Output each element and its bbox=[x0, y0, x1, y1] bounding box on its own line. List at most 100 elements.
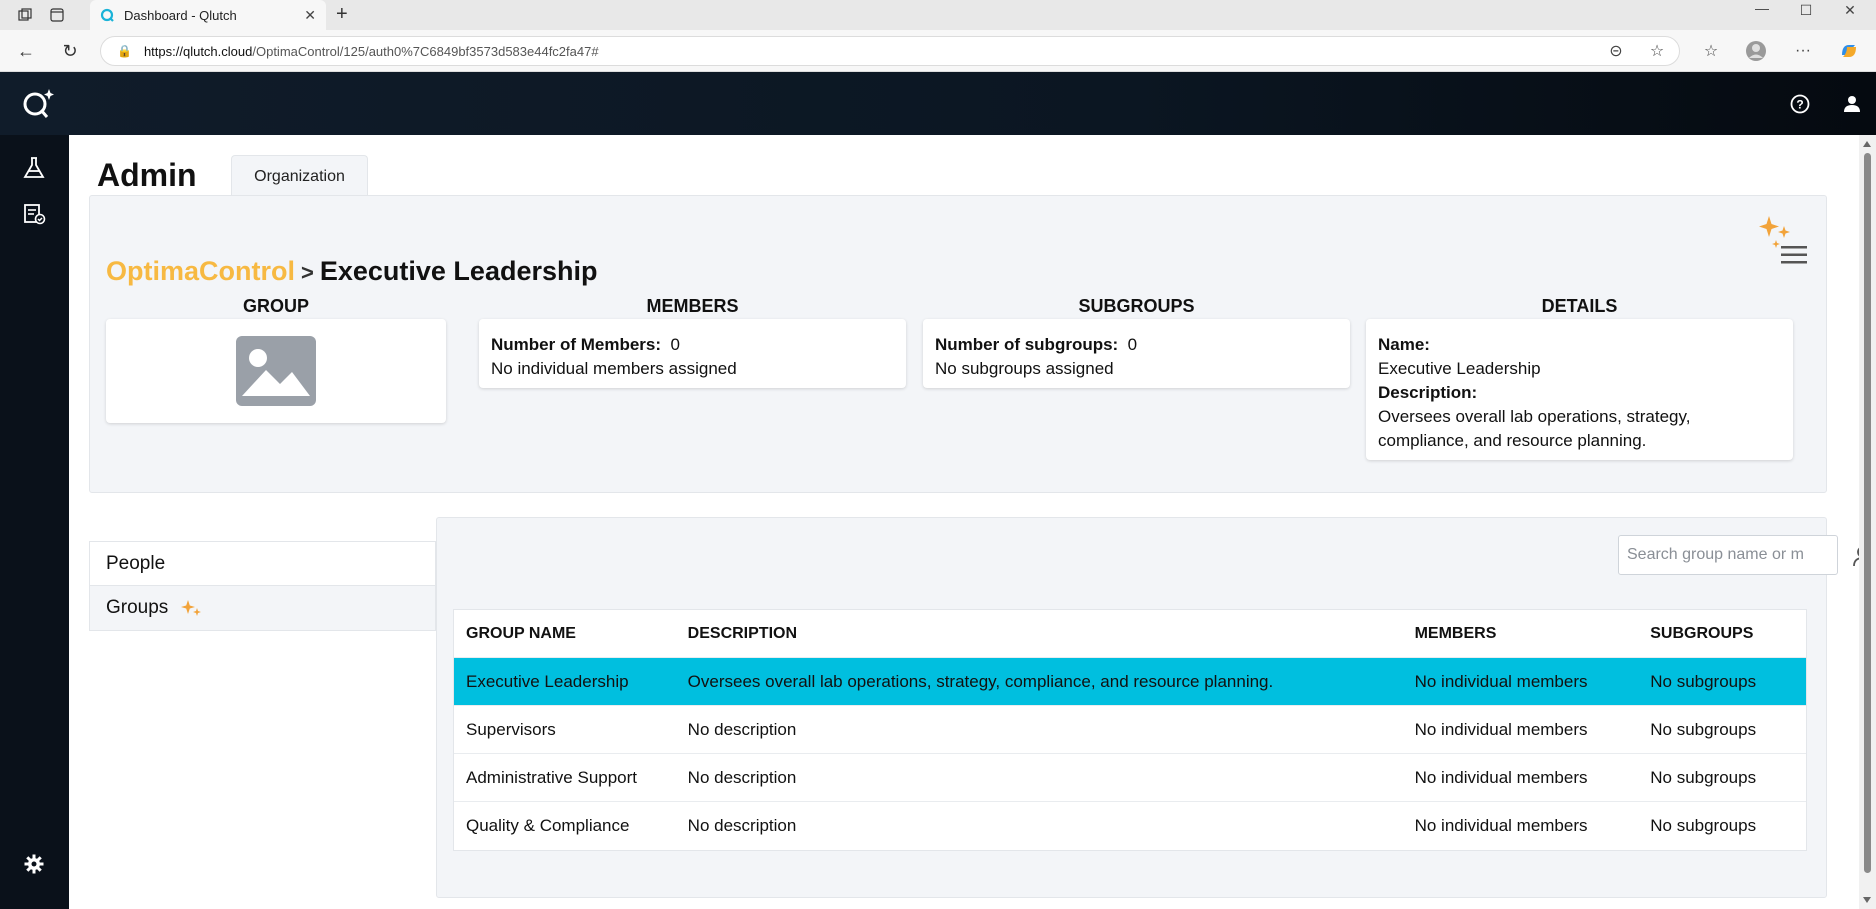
details-card: Name: Executive Leadership Description: … bbox=[1366, 319, 1793, 460]
favorites-list-icon[interactable]: ☆ bbox=[1698, 38, 1724, 64]
cell-members: No individual members bbox=[1414, 816, 1588, 835]
help-icon[interactable]: ? bbox=[1788, 92, 1812, 116]
members-heading: MEMBERS bbox=[646, 296, 739, 316]
profile-avatar-icon[interactable] bbox=[1743, 38, 1769, 64]
column-header-group-name[interactable]: GROUP NAME bbox=[454, 625, 688, 643]
url-host: https://qlutch.cloud bbox=[143, 43, 253, 59]
cell-subgroups: No subgroups bbox=[1650, 816, 1757, 835]
details-description-line2: compliance, and resource planning. bbox=[1378, 431, 1647, 450]
cell-description: No description bbox=[687, 816, 797, 835]
reader-options-icon[interactable]: ⊝ bbox=[1603, 38, 1629, 64]
group-summary-panel: OptimaControl > Executive Leadership GROUP… bbox=[89, 195, 1827, 493]
hamburger-menu-icon[interactable] bbox=[1780, 244, 1808, 266]
cell-group-name: Administrative Support bbox=[466, 767, 638, 787]
url-path: /OptimaControl/125/auth0%7C6849bf3573d58… bbox=[252, 43, 599, 59]
scroll-up-arrow-icon[interactable] bbox=[1863, 141, 1871, 147]
members-count: 0 bbox=[670, 335, 680, 354]
details-heading: DETAILS bbox=[1541, 296, 1618, 316]
side-item-people-label: People bbox=[106, 552, 166, 574]
column-header-members[interactable]: MEMBERS bbox=[1415, 625, 1651, 643]
scroll-down-arrow-icon[interactable] bbox=[1863, 897, 1871, 903]
cell-description: No description bbox=[687, 719, 797, 739]
page-title: Admin bbox=[97, 157, 197, 193]
svg-text:?: ? bbox=[1796, 98, 1803, 112]
cell-members: No individual members bbox=[1414, 671, 1588, 691]
subgroups-card: Number of subgroups: 0 No subgroups assi… bbox=[923, 319, 1350, 388]
table-row[interactable]: Executive Leadership Oversees overall la… bbox=[454, 658, 1806, 706]
members-note: No individual members assigned bbox=[491, 359, 737, 378]
page-scrollbar[interactable] bbox=[1859, 135, 1876, 909]
details-description-line1: Oversees overall lab operations, strateg… bbox=[1378, 407, 1691, 426]
column-header-description[interactable]: DESCRIPTION bbox=[688, 625, 1415, 643]
browser-tab-title: Dashboard - Qlutch bbox=[124, 7, 237, 23]
cell-group-name: Supervisors bbox=[466, 719, 556, 739]
groups-table-panel: GROUP NAME DESCRIPTION MEMBERS SUBGROUPS… bbox=[436, 517, 1876, 898]
table-row[interactable]: Supervisors No description No individual… bbox=[454, 706, 1806, 754]
side-item-people[interactable]: People bbox=[89, 541, 436, 586]
browser-address-bar: ← ↻ 🔒 https://qlutch.cloud/OptimaControl… bbox=[0, 30, 1876, 72]
column-header-subgroups[interactable]: SUBGROUPS bbox=[1650, 625, 1806, 643]
cell-subgroups: No subgroups bbox=[1650, 671, 1757, 691]
breadcrumb: OptimaControl > Executive Leadership bbox=[106, 256, 597, 287]
subgroups-heading: SUBGROUPS bbox=[1078, 296, 1195, 316]
cell-subgroups: No subgroups bbox=[1650, 767, 1757, 787]
breadcrumb-current: Executive Leadership bbox=[319, 256, 598, 286]
tab-actions-icon[interactable] bbox=[46, 5, 68, 25]
details-name-label: Name: bbox=[1378, 335, 1430, 354]
subgroups-count-label: Number of subgroups: bbox=[935, 335, 1119, 354]
more-options-icon[interactable]: ··· bbox=[1790, 38, 1816, 64]
cell-members: No individual members bbox=[1414, 719, 1588, 739]
lock-icon: 🔒 bbox=[117, 44, 132, 58]
minimize-icon[interactable]: — bbox=[1742, 0, 1782, 16]
table-row[interactable]: Quality & Compliance No description No i… bbox=[454, 802, 1806, 850]
table-row[interactable]: Administrative Support No description No… bbox=[454, 754, 1806, 802]
cell-description: No description bbox=[687, 767, 797, 787]
app-header: ? bbox=[0, 72, 1876, 135]
qlutch-logo-icon[interactable] bbox=[20, 86, 56, 120]
side-item-groups-label: Groups bbox=[106, 597, 169, 618]
qlutch-favicon-icon bbox=[100, 8, 114, 22]
left-navigation-rail bbox=[0, 135, 69, 909]
cell-members: No individual members bbox=[1414, 767, 1588, 787]
close-icon[interactable]: ✕ bbox=[304, 7, 316, 24]
side-item-groups[interactable]: Groups bbox=[89, 586, 436, 631]
main-content: Admin Organization OptimaControl > Executi… bbox=[69, 135, 1876, 909]
tab-organization[interactable]: Organization bbox=[231, 155, 368, 197]
url-input[interactable]: 🔒 https://qlutch.cloud/OptimaControl/125… bbox=[100, 36, 1680, 66]
scrollbar-thumb[interactable] bbox=[1864, 153, 1871, 873]
search-group-input[interactable] bbox=[1618, 535, 1838, 575]
cell-group-name: Executive Leadership bbox=[466, 671, 629, 691]
cell-subgroups: No subgroups bbox=[1650, 719, 1757, 739]
table-header-row: GROUP NAME DESCRIPTION MEMBERS SUBGROUPS bbox=[454, 610, 1806, 658]
cell-group-name: Quality & Compliance bbox=[466, 816, 630, 835]
group-heading: GROUP bbox=[242, 296, 309, 316]
new-tab-icon[interactable]: + bbox=[336, 3, 348, 26]
user-account-icon[interactable] bbox=[1840, 92, 1864, 116]
members-card: Number of Members: 0 No individual membe… bbox=[479, 319, 906, 388]
details-description-label: Description: bbox=[1378, 383, 1478, 402]
refresh-icon[interactable]: ↻ bbox=[58, 40, 82, 62]
breadcrumb-separator: > bbox=[301, 260, 314, 285]
admin-side-list: People Groups bbox=[89, 541, 436, 631]
image-placeholder-icon[interactable] bbox=[236, 336, 316, 406]
browser-tab-bar: Dashboard - Qlutch ✕ + — ☐ ✕ bbox=[0, 0, 1876, 30]
browser-tab-active[interactable]: Dashboard - Qlutch ✕ bbox=[90, 0, 326, 30]
ai-sparkle-icon bbox=[181, 600, 202, 616]
lab-flask-icon[interactable] bbox=[21, 155, 47, 181]
copilot-icon[interactable] bbox=[1836, 38, 1862, 64]
groups-table: GROUP NAME DESCRIPTION MEMBERS SUBGROUPS… bbox=[453, 609, 1807, 851]
workspaces-icon[interactable] bbox=[14, 5, 36, 25]
maximize-icon[interactable]: ☐ bbox=[1786, 2, 1826, 19]
document-check-icon[interactable] bbox=[21, 201, 47, 227]
group-image-card bbox=[106, 319, 446, 423]
settings-gear-icon[interactable] bbox=[21, 851, 47, 877]
details-name-value: Executive Leadership bbox=[1378, 359, 1541, 378]
subgroups-count: 0 bbox=[1127, 335, 1138, 354]
members-count-label: Number of Members: bbox=[491, 335, 662, 354]
cell-description: Oversees overall lab operations, strateg… bbox=[687, 671, 1274, 691]
favorite-star-icon[interactable]: ☆ bbox=[1644, 38, 1670, 64]
back-arrow-icon[interactable]: ← bbox=[14, 40, 38, 62]
window-close-icon[interactable]: ✕ bbox=[1830, 2, 1870, 19]
subgroups-note: No subgroups assigned bbox=[935, 359, 1114, 378]
breadcrumb-parent-link[interactable]: OptimaControl bbox=[106, 256, 295, 286]
